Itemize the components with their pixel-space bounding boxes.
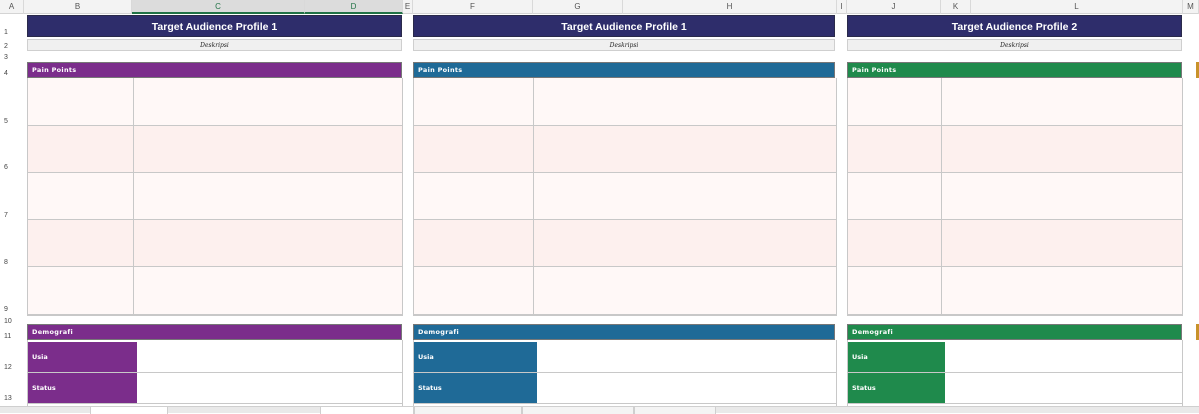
demografi-row[interactable]: Usia <box>414 342 836 373</box>
column-header-a[interactable]: A <box>0 0 24 14</box>
pain-point-row[interactable] <box>28 267 402 315</box>
demografi-label: Status <box>848 373 945 403</box>
pain-point-row[interactable] <box>848 267 1182 315</box>
demografi-grid: Usia Status <box>847 340 1183 406</box>
pain-point-row[interactable] <box>414 78 836 126</box>
pain-point-row[interactable] <box>848 126 1182 173</box>
row-number[interactable]: 11 <box>0 333 22 340</box>
column-header-l[interactable]: L <box>971 0 1183 14</box>
pain-points-grid <box>847 78 1183 316</box>
column-header-e[interactable]: E <box>403 0 413 14</box>
pain-point-row[interactable] <box>848 173 1182 220</box>
sheet-tab-strip <box>0 406 1199 414</box>
pain-points-header[interactable]: Pain Points <box>27 62 402 78</box>
demografi-row[interactable]: Usia <box>28 342 402 373</box>
pain-point-row[interactable] <box>414 126 836 173</box>
pain-points-header[interactable]: Pain Points <box>413 62 835 78</box>
demografi-header[interactable]: Demografi <box>847 324 1182 340</box>
demografi-header[interactable]: Demografi <box>413 324 835 340</box>
demografi-row[interactable]: Status <box>28 373 402 404</box>
row-number[interactable]: 9 <box>0 306 22 313</box>
demografi-label: Usia <box>848 342 945 372</box>
column-header-f[interactable]: F <box>413 0 533 14</box>
grid-divider <box>133 78 134 315</box>
row-number[interactable]: 1 <box>0 29 22 36</box>
row-number[interactable]: 4 <box>0 70 22 77</box>
demografi-grid: Usia Status <box>413 340 837 406</box>
profile-description[interactable]: Deskripsi <box>847 39 1182 51</box>
profile-title[interactable]: Target Audience Profile 2 <box>847 15 1182 37</box>
pain-point-row[interactable] <box>414 173 836 220</box>
row-number[interactable]: 6 <box>0 164 22 171</box>
column-header-d[interactable]: D <box>305 0 403 14</box>
row-number[interactable]: 12 <box>0 364 22 371</box>
demografi-grid: Usia Status <box>27 340 403 406</box>
row-number[interactable]: 3 <box>0 54 22 61</box>
demografi-row[interactable]: Status <box>414 373 836 404</box>
row-number[interactable]: 2 <box>0 43 22 50</box>
row-number[interactable]: 8 <box>0 259 22 266</box>
pain-point-row[interactable] <box>848 78 1182 126</box>
column-header-h[interactable]: H <box>623 0 837 14</box>
row-number[interactable]: 7 <box>0 212 22 219</box>
column-header-m[interactable]: M <box>1183 0 1199 14</box>
pain-point-row[interactable] <box>28 220 402 267</box>
pain-points-grid <box>413 78 837 316</box>
column-header-g[interactable]: G <box>533 0 623 14</box>
column-header-b[interactable]: B <box>24 0 132 14</box>
grid-divider <box>533 78 534 315</box>
pain-point-row[interactable] <box>414 220 836 267</box>
demografi-label: Status <box>28 373 137 403</box>
profile-title[interactable]: Target Audience Profile 1 <box>413 15 835 37</box>
pain-points-grid <box>27 78 403 316</box>
profile-description[interactable]: Deskripsi <box>413 39 835 51</box>
grid-divider <box>941 78 942 315</box>
profile-title[interactable]: Target Audience Profile 1 <box>27 15 402 37</box>
row-number[interactable]: 13 <box>0 395 22 402</box>
column-header-k[interactable]: K <box>941 0 971 14</box>
pain-point-row[interactable] <box>28 173 402 220</box>
column-header-i[interactable]: I <box>837 0 847 14</box>
pain-point-row[interactable] <box>848 220 1182 267</box>
demografi-row[interactable]: Usia <box>848 342 1182 373</box>
column-header-c[interactable]: C <box>132 0 305 14</box>
demografi-label: Status <box>414 373 537 403</box>
pain-points-header[interactable]: Pain Points <box>847 62 1182 78</box>
column-header-j[interactable]: J <box>847 0 941 14</box>
column-header-bar: A B C D E F G H I J K L M <box>0 0 1199 14</box>
pain-point-row[interactable] <box>414 267 836 315</box>
demografi-label: Usia <box>414 342 537 372</box>
demografi-row[interactable]: Status <box>848 373 1182 404</box>
demografi-header[interactable]: Demografi <box>27 324 402 340</box>
row-number[interactable]: 5 <box>0 118 22 125</box>
row-number[interactable]: 10 <box>0 318 22 325</box>
demografi-label: Usia <box>28 342 137 372</box>
profile-description[interactable]: Deskripsi <box>27 39 402 51</box>
pain-point-row[interactable] <box>28 126 402 173</box>
pain-point-row[interactable] <box>28 78 402 126</box>
